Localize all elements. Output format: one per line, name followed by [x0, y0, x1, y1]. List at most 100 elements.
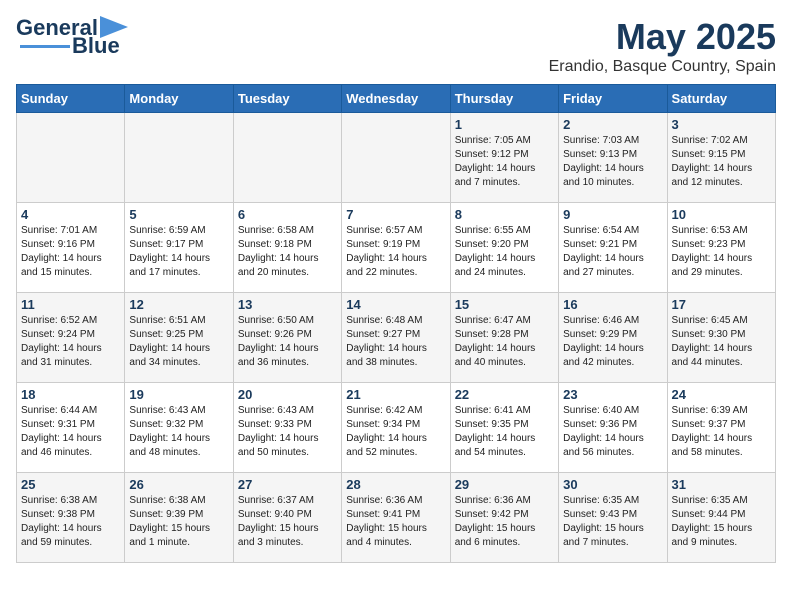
cell-info: Sunrise: 6:35 AMSunset: 9:43 PMDaylight:… — [563, 494, 662, 550]
day-number: 16 — [563, 297, 662, 312]
cell-info: Sunrise: 6:45 AMSunset: 9:30 PMDaylight:… — [672, 314, 771, 370]
calendar-cell: 20Sunrise: 6:43 AMSunset: 9:33 PMDayligh… — [233, 383, 341, 473]
calendar-cell: 9 Sunrise: 6:54 AMSunset: 9:21 PMDaylight… — [559, 203, 667, 293]
week-row-5: 25 Sunrise: 6:38 AMSunset: 9:38 PMDayligh… — [17, 473, 776, 563]
calendar-cell: 18 Sunrise: 6:44 AMSunset: 9:31 PMDayligh… — [17, 383, 125, 473]
day-number: 26 — [129, 477, 228, 492]
calendar-cell: 14Sunrise: 6:48 AMSunset: 9:27 PMDayligh… — [342, 293, 450, 383]
calendar-cell: 13Sunrise: 6:50 AMSunset: 9:26 PMDayligh… — [233, 293, 341, 383]
day-number: 18 — [21, 387, 120, 402]
cell-info: Sunrise: 6:44 AMSunset: 9:31 PMDaylight:… — [21, 404, 120, 460]
month-title: May 2025 — [549, 16, 776, 58]
cell-info: Sunrise: 6:38 AMSunset: 9:39 PMDaylight:… — [129, 494, 228, 550]
day-number: 1 — [455, 117, 554, 132]
day-number: 23 — [563, 387, 662, 402]
cell-info: Sunrise: 7:02 AMSunset: 9:15 PMDaylight:… — [672, 134, 771, 190]
cell-info: Sunrise: 6:41 AMSunset: 9:35 PMDaylight:… — [455, 404, 554, 460]
calendar-cell: 16 Sunrise: 6:46 AMSunset: 9:29 PMDayligh… — [559, 293, 667, 383]
calendar-cell: 2 Sunrise: 7:03 AMSunset: 9:13 PMDaylight… — [559, 113, 667, 203]
calendar-cell: 15Sunrise: 6:47 AMSunset: 9:28 PMDayligh… — [450, 293, 558, 383]
day-number: 6 — [238, 207, 337, 222]
location-title: Erandio, Basque Country, Spain — [549, 58, 776, 76]
calendar-cell: 31 Sunrise: 6:35 AMSunset: 9:44 PMDayligh… — [667, 473, 775, 563]
cell-info: Sunrise: 6:46 AMSunset: 9:29 PMDaylight:… — [563, 314, 662, 370]
calendar-cell: 3 Sunrise: 7:02 AMSunset: 9:15 PMDaylight… — [667, 113, 775, 203]
calendar-cell: 11 Sunrise: 6:52 AMSunset: 9:24 PMDayligh… — [17, 293, 125, 383]
calendar-cell: 27 Sunrise: 6:37 AMSunset: 9:40 PMDayligh… — [233, 473, 341, 563]
cell-info: Sunrise: 6:37 AMSunset: 9:40 PMDaylight:… — [238, 494, 337, 550]
calendar-cell: 19Sunrise: 6:43 AMSunset: 9:32 PMDayligh… — [125, 383, 233, 473]
cell-info: Sunrise: 6:54 AMSunset: 9:21 PMDaylight:… — [563, 224, 662, 280]
calendar-cell: 1 Sunrise: 7:05 AMSunset: 9:12 PMDaylight… — [450, 113, 558, 203]
cell-info: Sunrise: 6:35 AMSunset: 9:44 PMDaylight:… — [672, 494, 771, 550]
week-row-1: 1 Sunrise: 7:05 AMSunset: 9:12 PMDaylight… — [17, 113, 776, 203]
header-row: SundayMondayTuesdayWednesdayThursdayFrid… — [17, 85, 776, 113]
day-header-wednesday: Wednesday — [342, 85, 450, 113]
week-row-4: 18 Sunrise: 6:44 AMSunset: 9:31 PMDayligh… — [17, 383, 776, 473]
calendar-cell: 17Sunrise: 6:45 AMSunset: 9:30 PMDayligh… — [667, 293, 775, 383]
day-number: 2 — [563, 117, 662, 132]
cell-info: Sunrise: 6:43 AMSunset: 9:33 PMDaylight:… — [238, 404, 337, 460]
calendar-cell: 21Sunrise: 6:42 AMSunset: 9:34 PMDayligh… — [342, 383, 450, 473]
calendar-cell: 23 Sunrise: 6:40 AMSunset: 9:36 PMDayligh… — [559, 383, 667, 473]
cell-info: Sunrise: 6:36 AMSunset: 9:41 PMDaylight:… — [346, 494, 445, 550]
calendar-cell — [233, 113, 341, 203]
calendar-cell: 26 Sunrise: 6:38 AMSunset: 9:39 PMDayligh… — [125, 473, 233, 563]
day-number: 29 — [455, 477, 554, 492]
cell-info: Sunrise: 6:55 AMSunset: 9:20 PMDaylight:… — [455, 224, 554, 280]
day-number: 22 — [455, 387, 554, 402]
day-number: 13 — [238, 297, 337, 312]
day-number: 11 — [21, 297, 120, 312]
day-number: 9 — [563, 207, 662, 222]
cell-info: Sunrise: 7:01 AMSunset: 9:16 PMDaylight:… — [21, 224, 120, 280]
title-block: May 2025 Erandio, Basque Country, Spain — [549, 16, 776, 76]
cell-info: Sunrise: 6:57 AMSunset: 9:19 PMDaylight:… — [346, 224, 445, 280]
day-number: 4 — [21, 207, 120, 222]
cell-info: Sunrise: 6:53 AMSunset: 9:23 PMDaylight:… — [672, 224, 771, 280]
calendar-cell: 7 Sunrise: 6:57 AMSunset: 9:19 PMDaylight… — [342, 203, 450, 293]
week-row-3: 11 Sunrise: 6:52 AMSunset: 9:24 PMDayligh… — [17, 293, 776, 383]
day-number: 24 — [672, 387, 771, 402]
day-number: 27 — [238, 477, 337, 492]
day-number: 3 — [672, 117, 771, 132]
day-header-tuesday: Tuesday — [233, 85, 341, 113]
cell-info: Sunrise: 6:52 AMSunset: 9:24 PMDaylight:… — [21, 314, 120, 370]
calendar-cell: 8Sunrise: 6:55 AMSunset: 9:20 PMDaylight… — [450, 203, 558, 293]
day-number: 31 — [672, 477, 771, 492]
cell-info: Sunrise: 6:51 AMSunset: 9:25 PMDaylight:… — [129, 314, 228, 370]
cell-info: Sunrise: 6:48 AMSunset: 9:27 PMDaylight:… — [346, 314, 445, 370]
calendar-cell: 29 Sunrise: 6:36 AMSunset: 9:42 PMDayligh… — [450, 473, 558, 563]
day-number: 25 — [21, 477, 120, 492]
cell-info: Sunrise: 7:03 AMSunset: 9:13 PMDaylight:… — [563, 134, 662, 190]
day-header-thursday: Thursday — [450, 85, 558, 113]
cell-info: Sunrise: 6:58 AMSunset: 9:18 PMDaylight:… — [238, 224, 337, 280]
day-header-saturday: Saturday — [667, 85, 775, 113]
calendar-table: SundayMondayTuesdayWednesdayThursdayFrid… — [16, 84, 776, 563]
calendar-cell — [17, 113, 125, 203]
calendar-cell: 22 Sunrise: 6:41 AMSunset: 9:35 PMDayligh… — [450, 383, 558, 473]
cell-info: Sunrise: 6:39 AMSunset: 9:37 PMDaylight:… — [672, 404, 771, 460]
calendar-cell: 5 Sunrise: 6:59 AMSunset: 9:17 PMDaylight… — [125, 203, 233, 293]
day-number: 5 — [129, 207, 228, 222]
day-number: 10 — [672, 207, 771, 222]
page-header: General Blue May 2025 Erandio, Basque Co… — [16, 16, 776, 76]
day-number: 7 — [346, 207, 445, 222]
cell-info: Sunrise: 6:36 AMSunset: 9:42 PMDaylight:… — [455, 494, 554, 550]
calendar-cell: 30 Sunrise: 6:35 AMSunset: 9:43 PMDayligh… — [559, 473, 667, 563]
calendar-cell — [125, 113, 233, 203]
calendar-cell: 25 Sunrise: 6:38 AMSunset: 9:38 PMDayligh… — [17, 473, 125, 563]
day-number: 30 — [563, 477, 662, 492]
day-number: 19 — [129, 387, 228, 402]
logo-text2: Blue — [72, 34, 120, 58]
day-number: 21 — [346, 387, 445, 402]
cell-info: Sunrise: 6:47 AMSunset: 9:28 PMDaylight:… — [455, 314, 554, 370]
day-header-friday: Friday — [559, 85, 667, 113]
day-number: 12 — [129, 297, 228, 312]
calendar-cell: 24 Sunrise: 6:39 AMSunset: 9:37 PMDayligh… — [667, 383, 775, 473]
calendar-cell: 6 Sunrise: 6:58 AMSunset: 9:18 PMDaylight… — [233, 203, 341, 293]
cell-info: Sunrise: 7:05 AMSunset: 9:12 PMDaylight:… — [455, 134, 554, 190]
cell-info: Sunrise: 6:40 AMSunset: 9:36 PMDaylight:… — [563, 404, 662, 460]
cell-info: Sunrise: 6:59 AMSunset: 9:17 PMDaylight:… — [129, 224, 228, 280]
cell-info: Sunrise: 6:38 AMSunset: 9:38 PMDaylight:… — [21, 494, 120, 550]
logo: General Blue — [16, 16, 128, 58]
